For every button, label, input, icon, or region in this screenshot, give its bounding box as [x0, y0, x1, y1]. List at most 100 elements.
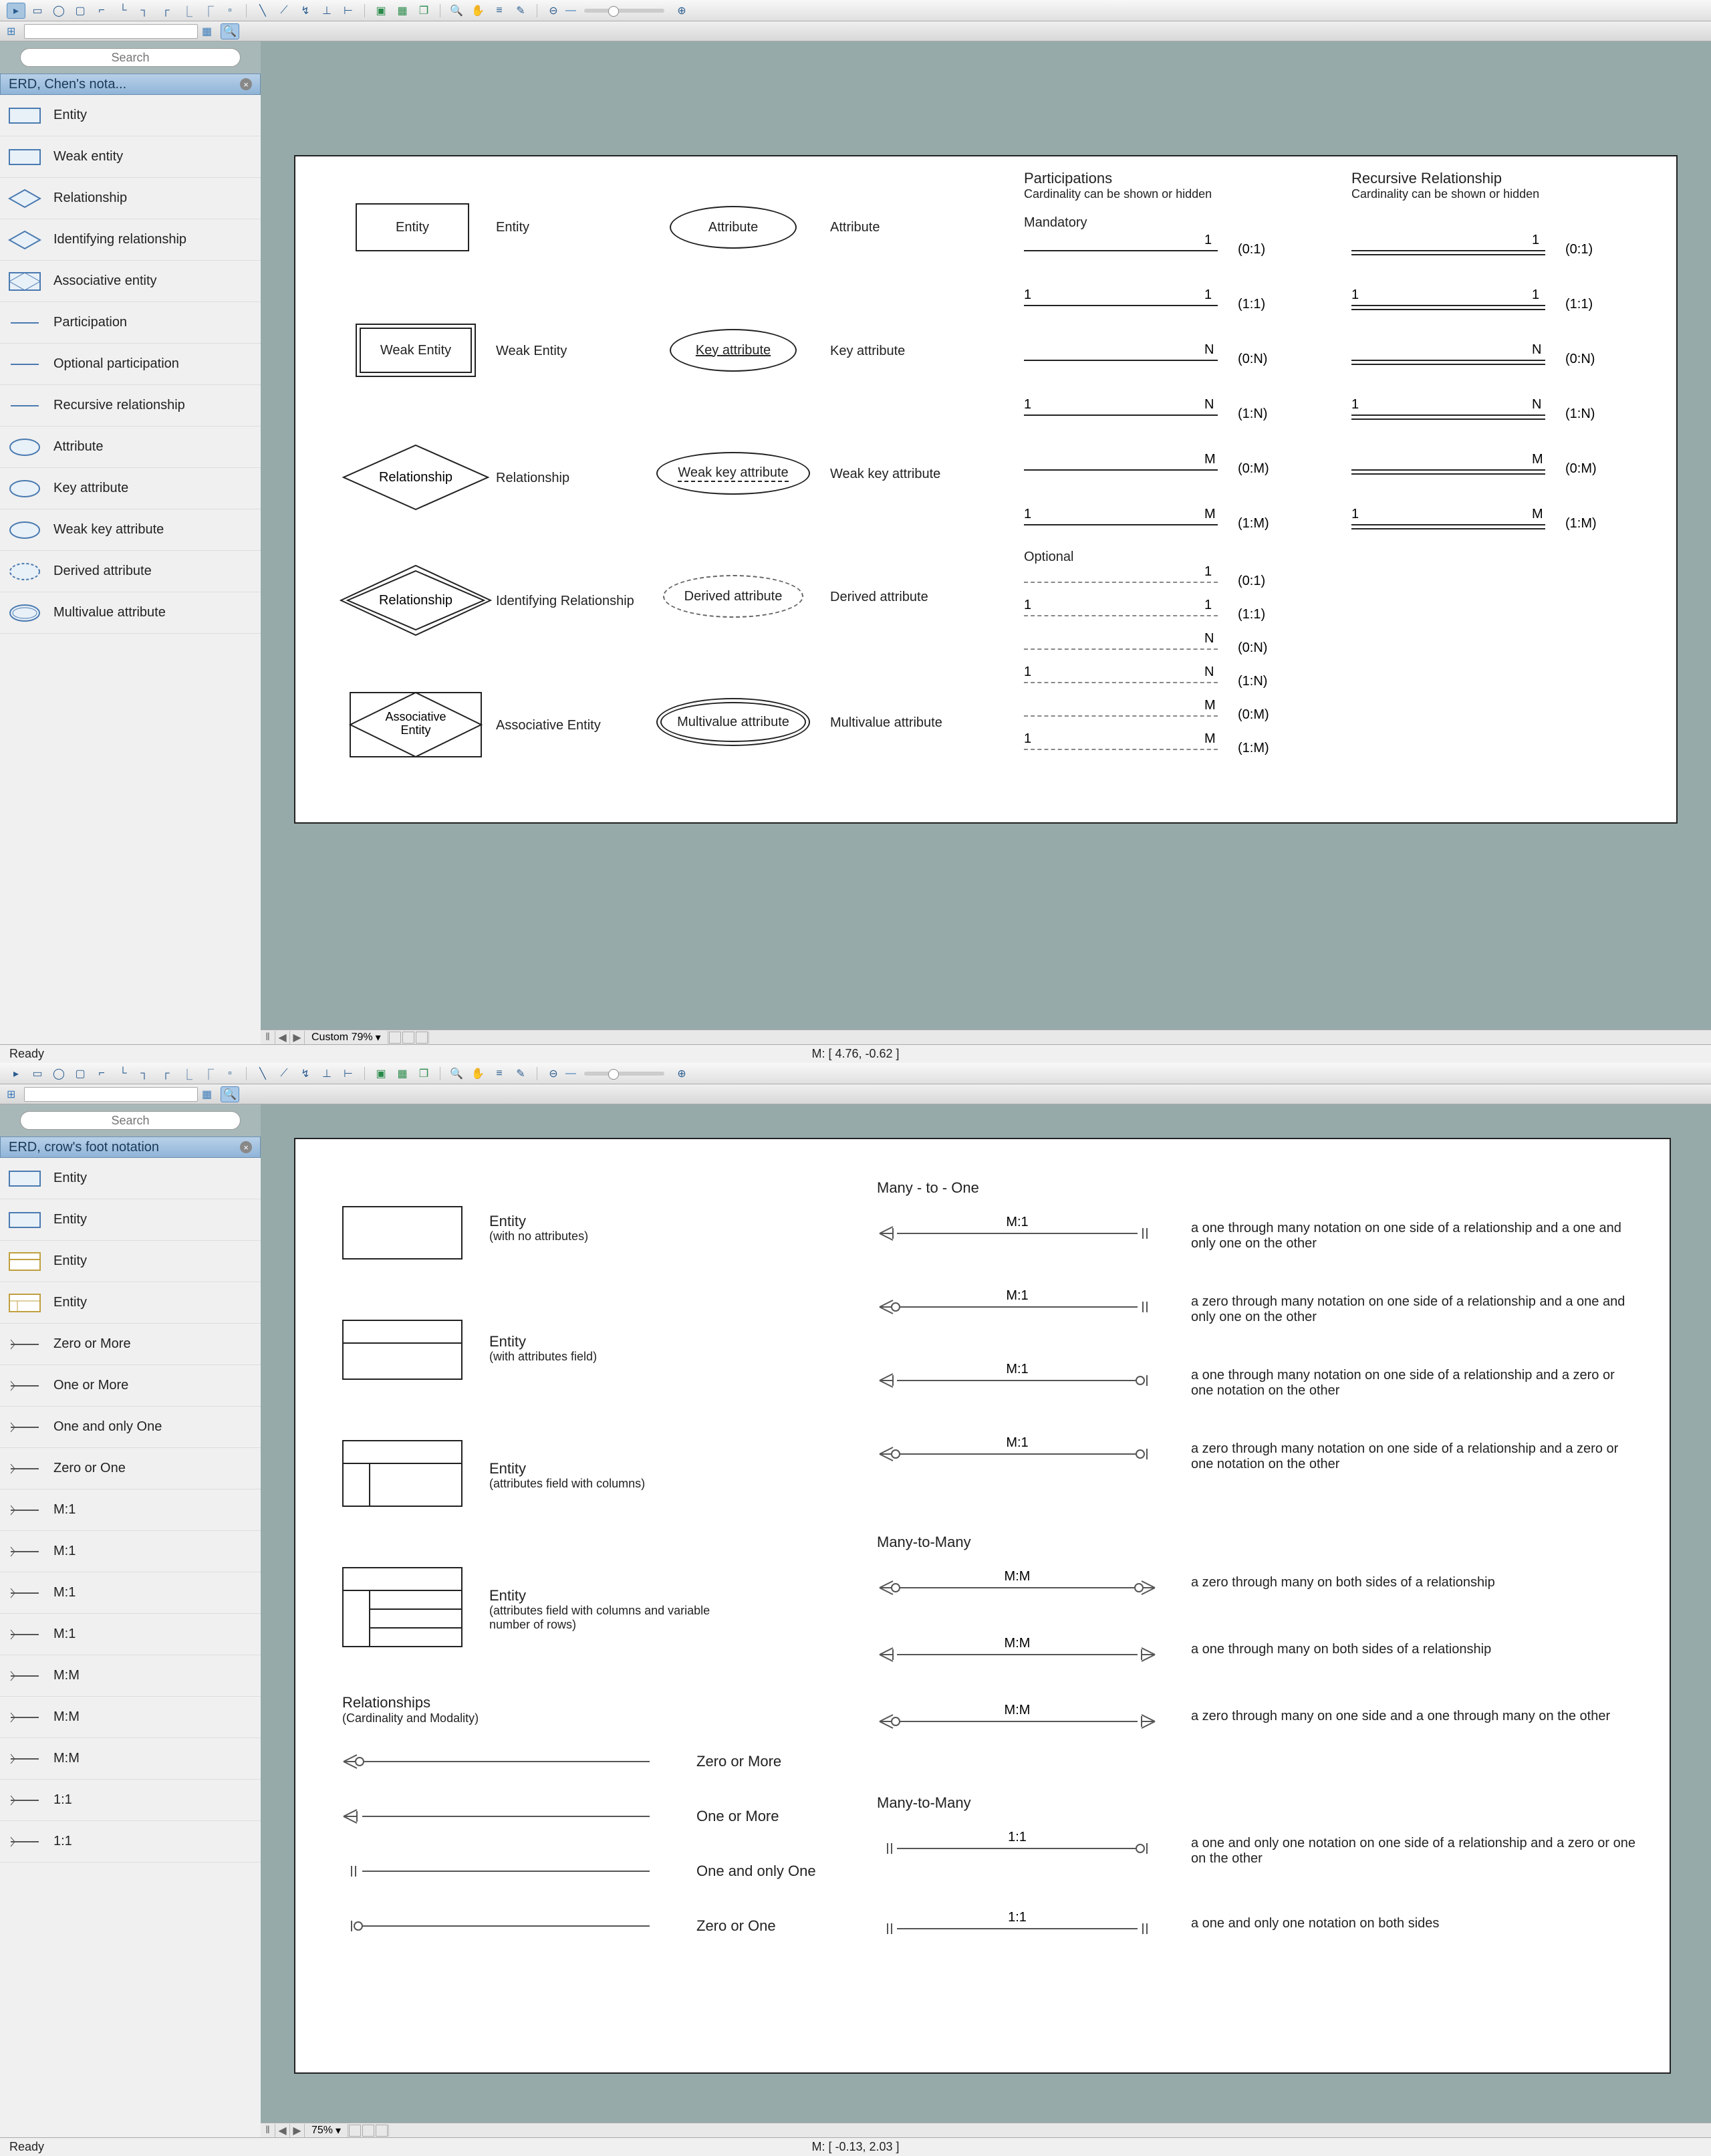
- relationship-line[interactable]: [362, 1925, 650, 1927]
- search-icon[interactable]: 🔍: [221, 1086, 239, 1102]
- hand-tool[interactable]: ✋: [469, 1066, 487, 1082]
- scroll-first[interactable]: ‖: [261, 2124, 275, 2137]
- library-item[interactable]: Identifying relationship: [0, 219, 261, 261]
- search-icon[interactable]: 🔍: [221, 23, 239, 39]
- sub-field[interactable]: [24, 1087, 198, 1102]
- library-item[interactable]: M:1: [0, 1572, 261, 1614]
- relationship-line[interactable]: M:M: [897, 1587, 1138, 1588]
- zoom-readout[interactable]: Custom 79% ▾: [305, 1031, 388, 1044]
- cardinality-line[interactable]: [1024, 250, 1218, 251]
- page-tool[interactable]: ▫: [221, 1066, 239, 1082]
- rect-tool[interactable]: ▭: [28, 1066, 47, 1082]
- cardinality-line[interactable]: [1351, 524, 1545, 525]
- weak-key-attribute-shape[interactable]: Weak key attribute: [656, 452, 810, 495]
- library-item[interactable]: Associative entity: [0, 261, 261, 302]
- arc-tool[interactable]: ⟋: [275, 1066, 293, 1082]
- library-header[interactable]: ERD, crow's foot notation ×: [0, 1136, 261, 1158]
- page-tool[interactable]: ▫: [221, 3, 239, 19]
- connector-tool-1[interactable]: ⌐: [92, 3, 111, 19]
- page-tabs[interactable]: [388, 1032, 429, 1044]
- zoom-slider[interactable]: [584, 9, 664, 13]
- zoom-tool[interactable]: 🔍: [447, 1066, 466, 1082]
- arc-tool[interactable]: ⟋: [275, 3, 293, 19]
- relationship-line[interactable]: M:1: [897, 1380, 1138, 1381]
- scroll-next[interactable]: ▶: [290, 2124, 305, 2137]
- eyedropper-tool[interactable]: ✎: [511, 3, 530, 19]
- connector-tool-3[interactable]: ┐: [135, 1066, 154, 1082]
- relationship-shape[interactable]: Relationship: [342, 444, 489, 511]
- group-tool[interactable]: ▣: [372, 3, 390, 19]
- rect-tool[interactable]: ▭: [28, 3, 47, 19]
- align-v-tool[interactable]: ⊥: [317, 1066, 336, 1082]
- entity-shape[interactable]: Entity: [356, 203, 469, 251]
- canvas[interactable]: Entity (with no attributes) Entity (with…: [294, 1138, 1671, 2074]
- library-item[interactable]: Entity: [0, 1241, 261, 1282]
- ellipse-tool[interactable]: ◯: [49, 1066, 68, 1082]
- multivalue-attribute-shape[interactable]: Multivalue attribute: [656, 698, 810, 746]
- library-search[interactable]: [20, 48, 241, 67]
- relationship-line[interactable]: [362, 1871, 650, 1872]
- connector-tool-4[interactable]: ┌: [156, 1066, 175, 1082]
- relationship-line[interactable]: 1:1: [897, 1928, 1138, 1929]
- h-scrollbar[interactable]: ‖ ◀ ▶ 75% ▾: [261, 2123, 1711, 2137]
- cardinality-line[interactable]: [1024, 582, 1218, 583]
- entity-cols[interactable]: [342, 1440, 463, 1507]
- connector-tool-2[interactable]: └: [114, 3, 132, 19]
- canvas-area[interactable]: Entity (with no attributes) Entity (with…: [261, 1104, 1711, 2137]
- scroll-prev[interactable]: ◀: [275, 1031, 290, 1044]
- sub-field[interactable]: [24, 24, 198, 39]
- grid-icon[interactable]: ▦: [202, 1088, 217, 1101]
- canvas[interactable]: Entity Entity Weak Entity Weak Entity Re…: [294, 155, 1678, 824]
- ungroup-tool[interactable]: ▦: [393, 1066, 412, 1082]
- cardinality-line[interactable]: [1024, 615, 1218, 616]
- ellipse-tool[interactable]: ◯: [49, 3, 68, 19]
- library-item[interactable]: M:1: [0, 1614, 261, 1655]
- page-tabs[interactable]: [348, 2125, 389, 2137]
- entity-no-attrs[interactable]: [342, 1206, 463, 1260]
- cardinality-line[interactable]: [1024, 360, 1218, 361]
- library-item[interactable]: M:M: [0, 1697, 261, 1738]
- scroll-prev[interactable]: ◀: [275, 2124, 290, 2137]
- close-icon[interactable]: ×: [240, 1141, 252, 1153]
- connector-tool-3[interactable]: ┐: [135, 3, 154, 19]
- library-item[interactable]: Entity: [0, 1282, 261, 1324]
- hand-tool[interactable]: ✋: [469, 3, 487, 19]
- library-item[interactable]: Key attribute: [0, 468, 261, 509]
- cardinality-line[interactable]: [1351, 469, 1545, 471]
- library-item[interactable]: M:1: [0, 1489, 261, 1531]
- zoom-slider[interactable]: [584, 1072, 664, 1076]
- cardinality-line[interactable]: [1351, 414, 1545, 416]
- eyedropper-tool[interactable]: ✎: [511, 1066, 530, 1082]
- canvas-area[interactable]: Entity Entity Weak Entity Weak Entity Re…: [261, 41, 1711, 1044]
- connector-tool-5[interactable]: ⎿: [178, 1066, 196, 1082]
- attribute-shape[interactable]: Attribute: [670, 206, 797, 249]
- relationship-line[interactable]: M:1: [897, 1306, 1138, 1308]
- tree-icon[interactable]: ⊞: [7, 1088, 20, 1101]
- library-item[interactable]: 1:1: [0, 1821, 261, 1863]
- line-tool[interactable]: ╲: [253, 3, 272, 19]
- connector-tool-6[interactable]: ⎾: [199, 3, 218, 19]
- library-item[interactable]: M:M: [0, 1738, 261, 1780]
- scroll-next[interactable]: ▶: [290, 1031, 305, 1044]
- library-item[interactable]: M:M: [0, 1655, 261, 1697]
- cardinality-line[interactable]: [1024, 469, 1218, 471]
- library-item[interactable]: Attribute: [0, 427, 261, 468]
- cursor-tool[interactable]: ▸: [7, 1066, 25, 1082]
- align-tool[interactable]: ≡: [490, 3, 509, 19]
- rounded-rect-tool[interactable]: ▢: [71, 3, 90, 19]
- cardinality-line[interactable]: [1024, 524, 1218, 525]
- tree-icon[interactable]: ⊞: [7, 25, 20, 38]
- grid-icon[interactable]: ▦: [202, 25, 217, 38]
- connector-tool-1[interactable]: ⌐: [92, 1066, 111, 1082]
- library-header[interactable]: ERD, Chen's nota... ×: [0, 74, 261, 95]
- h-scrollbar[interactable]: ‖ ◀ ▶ Custom 79% ▾: [261, 1030, 1711, 1044]
- connector-tool-5[interactable]: ⎿: [178, 3, 196, 19]
- cardinality-line[interactable]: [1351, 305, 1545, 306]
- connector-tool-4[interactable]: ┌: [156, 3, 175, 19]
- entity-attrs[interactable]: [342, 1320, 463, 1380]
- cardinality-line[interactable]: [1024, 305, 1218, 306]
- associative-entity-shape[interactable]: AssociativeEntity: [349, 691, 483, 758]
- ungroup-tool[interactable]: ▦: [393, 3, 412, 19]
- library-item[interactable]: Derived attribute: [0, 551, 261, 592]
- relationship-line[interactable]: M:1: [897, 1233, 1138, 1234]
